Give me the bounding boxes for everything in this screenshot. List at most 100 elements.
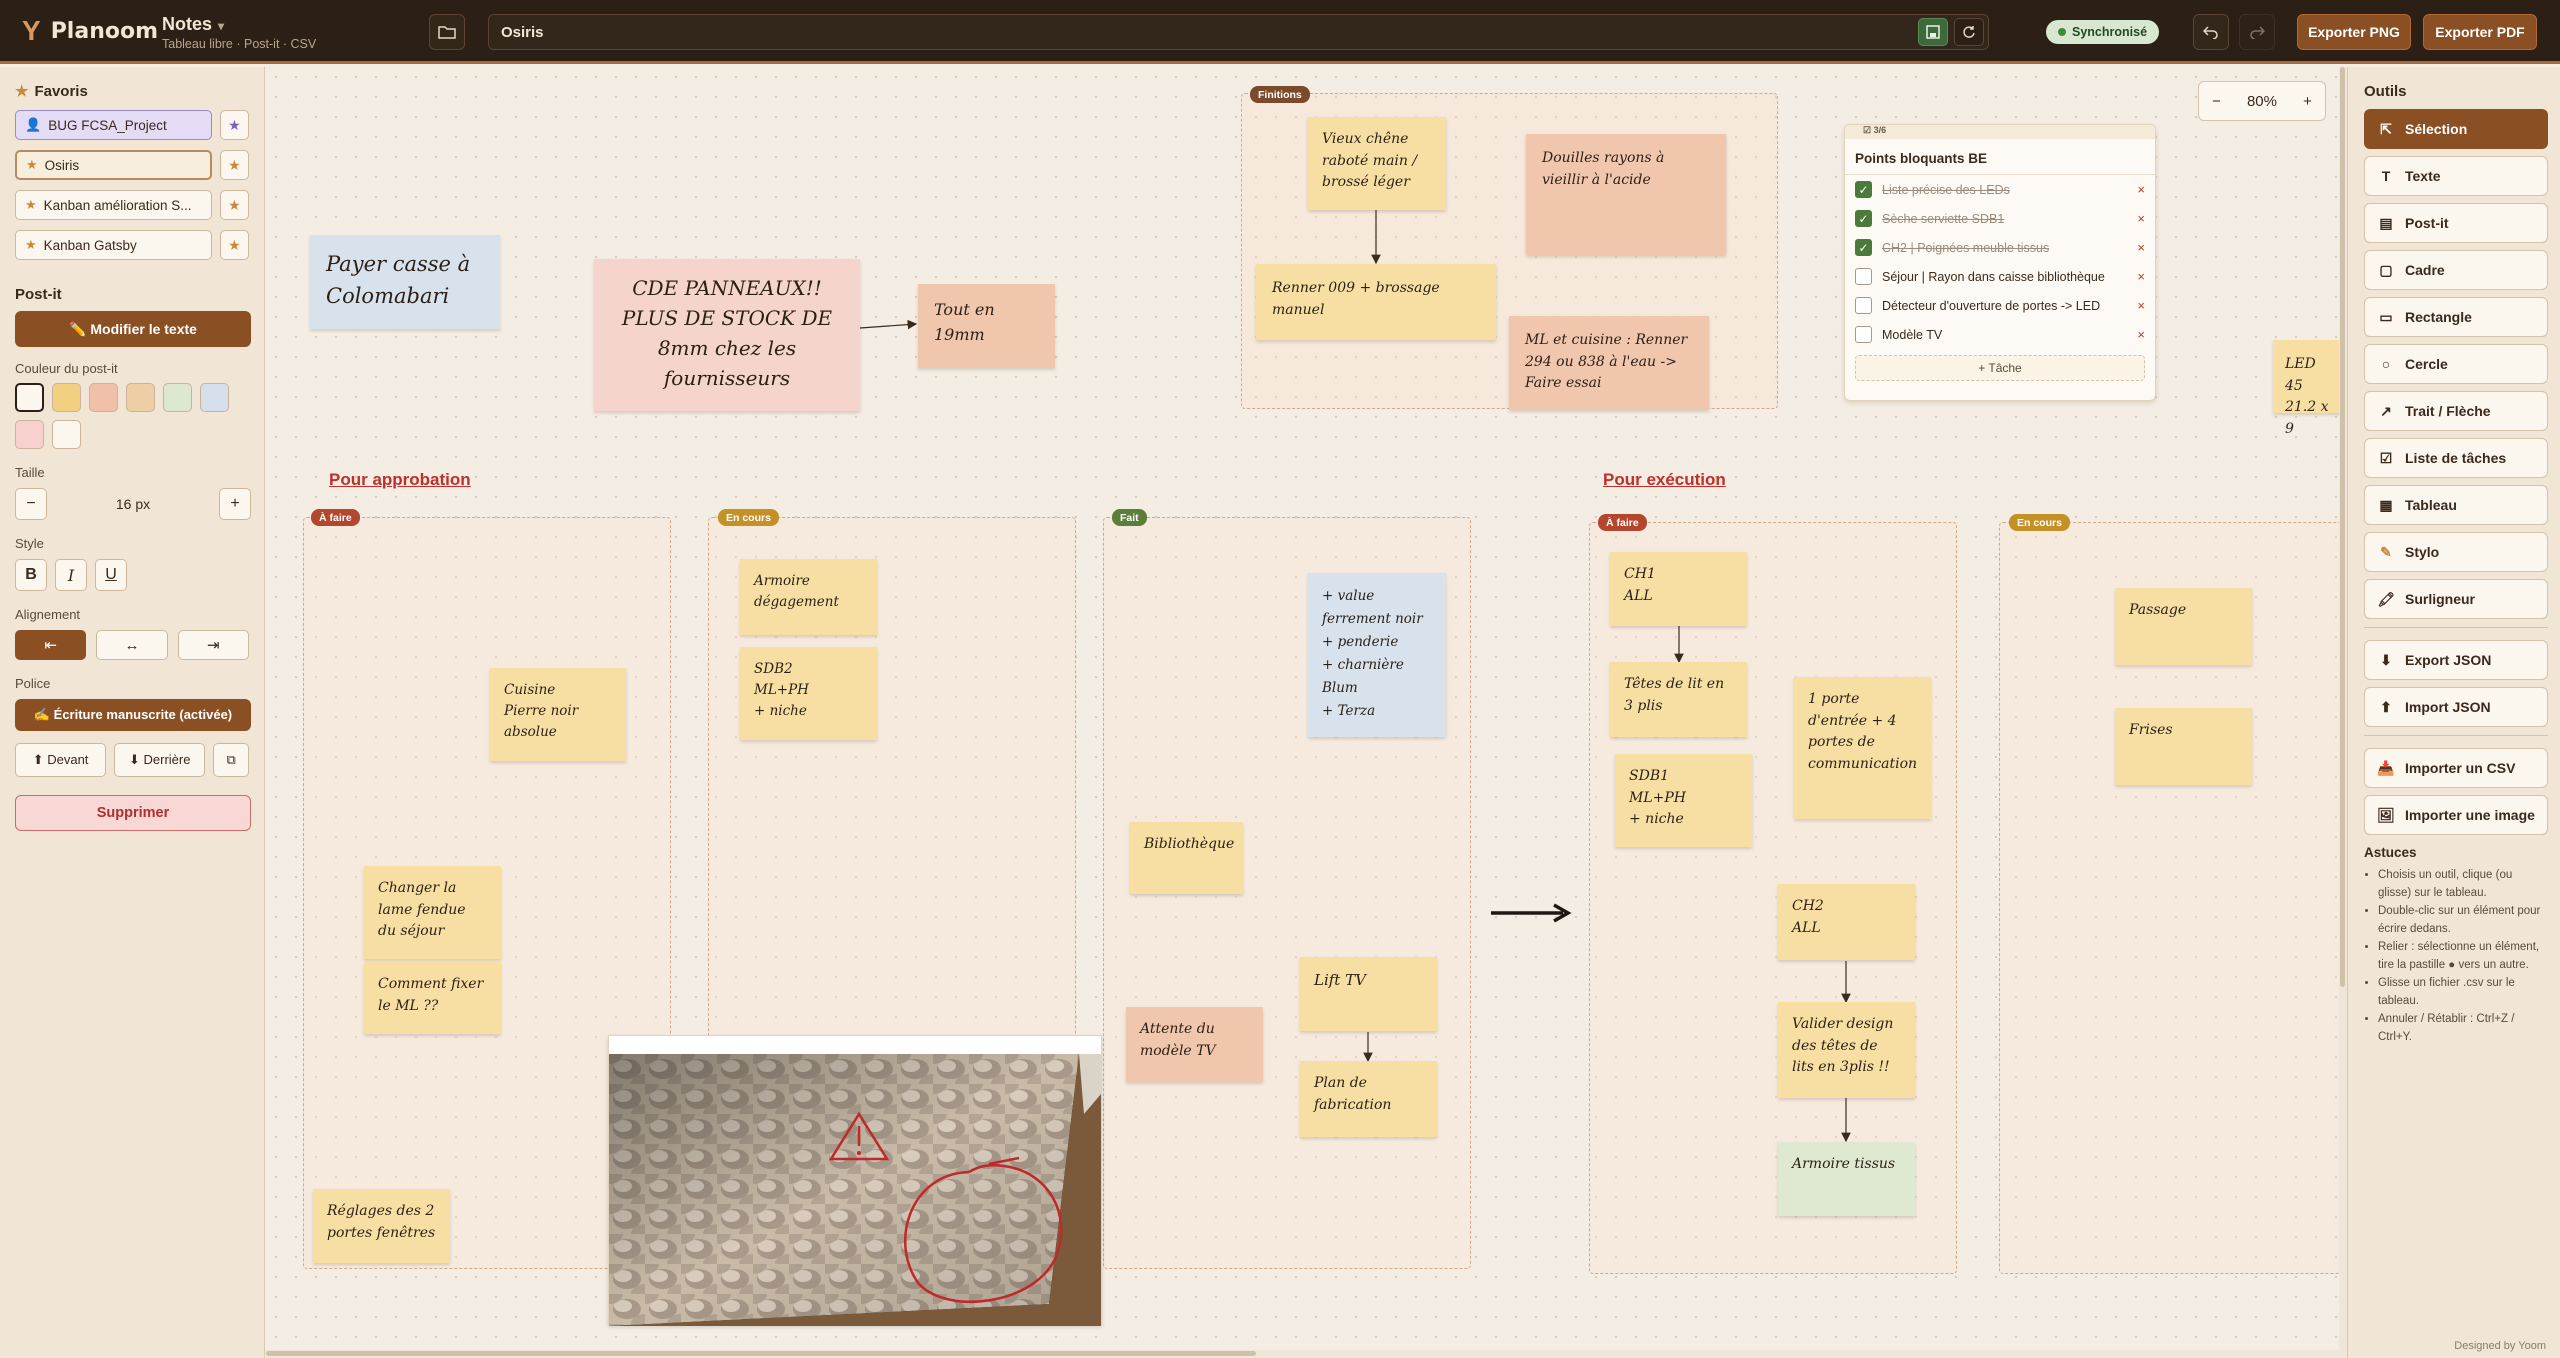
vertical-scrollbar[interactable]	[2339, 67, 2347, 1358]
save-button[interactable]	[1918, 18, 1948, 46]
postit-ml-cuisine[interactable]: ML et cuisine : Renner 294 ou 838 à l'ea…	[1509, 316, 1709, 410]
undo-button[interactable]	[2193, 14, 2229, 50]
tool-frame[interactable]: ▢ Cadre	[2364, 250, 2548, 290]
color-swatch[interactable]	[126, 383, 155, 412]
postit-sdb1[interactable]: SDB1 ML+PH + niche	[1615, 754, 1752, 847]
checklist-widget[interactable]: ☑ 3/6 Points bloquants BE ✓ Liste précise…	[1844, 124, 2156, 401]
handwriting-font-button[interactable]: ✍ Écriture manuscrite (activée)	[15, 699, 251, 731]
export-png-button[interactable]: Exporter PNG	[2297, 14, 2411, 50]
checkbox-checked[interactable]: ✓	[1855, 210, 1872, 227]
color-swatch[interactable]	[163, 383, 192, 412]
postit-ch1[interactable]: CH1 ALL	[1610, 552, 1747, 626]
postit-armoire-tissus[interactable]: Armoire tissus	[1778, 1142, 1915, 1216]
color-swatch[interactable]	[52, 383, 81, 412]
favorite-item[interactable]: 👤 BUG FCSA_Project	[15, 110, 212, 140]
postit-bibliotheque[interactable]: Bibliothèque	[1130, 822, 1243, 894]
reload-button[interactable]	[1954, 18, 1984, 46]
postit-attente-tv[interactable]: Attente du modèle TV	[1126, 1007, 1263, 1082]
postit-comment-fixer[interactable]: Comment fixer le ML ??	[364, 962, 501, 1034]
postit-valider-design[interactable]: Valider design des têtes de lits en 3pli…	[1778, 1002, 1915, 1098]
bring-front-button[interactable]: ⬆ Devant	[15, 743, 107, 777]
remove-task-icon[interactable]: ×	[2137, 211, 2145, 226]
favorite-star-button[interactable]: ★	[219, 150, 249, 180]
postit-douilles[interactable]: Douilles rayons à vieillir à l'acide	[1526, 134, 1726, 255]
horizontal-scrollbar[interactable]	[266, 1350, 2347, 1358]
postit-passage[interactable]: Passage	[2115, 588, 2252, 665]
italic-button[interactable]: I	[55, 559, 87, 591]
underline-button[interactable]: U	[95, 559, 127, 591]
import-json-button[interactable]: ⬆ Import JSON	[2364, 687, 2548, 727]
color-swatch[interactable]	[15, 383, 44, 412]
postit-value-ferrement[interactable]: + value ferrement noir + penderie + char…	[1308, 573, 1446, 737]
postit-armoire-degagement[interactable]: Armoire dégagement	[740, 559, 877, 635]
favorite-star-button[interactable]: ★	[219, 110, 249, 140]
zoom-in-button[interactable]: +	[2303, 93, 2312, 110]
tool-table[interactable]: ▦ Tableau	[2364, 485, 2548, 525]
postit-payer-casse[interactable]: Payer casse à Colomabari	[310, 235, 500, 329]
align-right-button[interactable]: ⇥	[177, 630, 249, 660]
tool-arrow[interactable]: ↗ Trait / Flèche	[2364, 391, 2548, 431]
tool-highlighter[interactable]: 🖍 Surligneur	[2364, 579, 2548, 619]
remove-task-icon[interactable]: ×	[2137, 298, 2145, 313]
remove-task-icon[interactable]: ×	[2137, 182, 2145, 197]
postit-porte-entree[interactable]: 1 porte d'entrée + 4 portes de communica…	[1794, 677, 1931, 819]
add-task-button[interactable]: + Tâche	[1855, 355, 2145, 381]
checkbox[interactable]	[1855, 297, 1872, 314]
import-image-button[interactable]: 🖼 Importer une image	[2364, 795, 2548, 835]
export-json-button[interactable]: ⬇ Export JSON	[2364, 640, 2548, 680]
tool-rectangle[interactable]: ▭ Rectangle	[2364, 297, 2548, 337]
favorite-star-button[interactable]: ★	[219, 230, 249, 260]
align-center-button[interactable]: ↔	[96, 630, 168, 660]
edit-text-button[interactable]: ✏️ Modifier le texte	[15, 311, 251, 347]
tool-postit[interactable]: ▤ Post-it	[2364, 203, 2548, 243]
delete-button[interactable]: Supprimer	[15, 795, 251, 831]
favorite-item[interactable]: ★ Kanban Gatsby	[15, 230, 212, 260]
checklist-item[interactable]: ✓ Liste précise des LEDs ×	[1845, 175, 2155, 204]
postit-reglages[interactable]: Réglages des 2 portes fenêtres	[313, 1189, 450, 1263]
scrollbar-thumb[interactable]	[266, 1351, 1256, 1356]
postit-tetes-lit[interactable]: Têtes de lit en 3 plis	[1610, 662, 1747, 737]
align-left-button[interactable]: ⇤	[15, 630, 87, 660]
checkbox[interactable]	[1855, 268, 1872, 285]
tool-selection[interactable]: ⇱ Sélection	[2364, 109, 2548, 149]
board-canvas[interactable]: Finitions Pour approbation Pour exécutio…	[266, 67, 2347, 1358]
favorite-star-button[interactable]: ★	[219, 190, 249, 220]
postit-led[interactable]: LED 45 21.2 x 9	[2273, 340, 2347, 437]
postit-cde-panneaux[interactable]: CDE PANNEAUX!! PLUS DE STOCK DE 8mm chez…	[594, 259, 860, 411]
bold-button[interactable]: B	[15, 559, 47, 591]
postit-plan-fabrication[interactable]: Plan de fabrication	[1300, 1061, 1437, 1137]
tool-checklist[interactable]: ☑ Liste de tâches	[2364, 438, 2548, 478]
send-back-button[interactable]: ⬇ Derrière	[114, 743, 206, 777]
logo[interactable]: Y Planoom	[22, 17, 158, 45]
checkbox-checked[interactable]: ✓	[1855, 181, 1872, 198]
checklist-item[interactable]: ✓ CH2 | Poignées meuble tissus ×	[1845, 233, 2155, 262]
remove-task-icon[interactable]: ×	[2137, 269, 2145, 284]
postit-changer-lame[interactable]: Changer la lame fendue du séjour	[364, 866, 501, 959]
duplicate-button[interactable]: ⧉	[213, 743, 249, 777]
postit-renner-009[interactable]: Renner 009 + brossage manuel	[1256, 264, 1496, 340]
redo-button[interactable]	[2239, 14, 2275, 50]
color-swatch[interactable]	[15, 420, 44, 449]
checklist-item[interactable]: ✓ Sèche serviette SDB1 ×	[1845, 204, 2155, 233]
postit-lift-tv[interactable]: Lift TV	[1300, 957, 1437, 1031]
checkbox-checked[interactable]: ✓	[1855, 239, 1872, 256]
favorite-item[interactable]: ★ Kanban amélioration S...	[15, 190, 212, 220]
color-swatch[interactable]	[89, 383, 118, 412]
tool-pen[interactable]: ✎ Stylo	[2364, 532, 2548, 572]
postit-sdb2[interactable]: SDB2 ML+PH + niche	[740, 647, 877, 740]
import-csv-button[interactable]: 📥 Importer un CSV	[2364, 748, 2548, 788]
checklist-item[interactable]: Séjour | Rayon dans caisse bibliothèque ×	[1845, 262, 2155, 291]
size-decrease-button[interactable]: −	[15, 488, 47, 520]
postit-ch2[interactable]: CH2 ALL	[1778, 884, 1915, 960]
color-swatch[interactable]	[52, 420, 81, 449]
postit-cuisine[interactable]: Cuisine Pierre noir absolue	[490, 668, 626, 761]
document-info[interactable]: Notes ▾ Tableau libre · Post-it · CSV	[162, 14, 316, 51]
checklist-item[interactable]: Modèle TV ×	[1845, 320, 2155, 349]
zoom-out-button[interactable]: −	[2212, 93, 2221, 110]
postit-frises[interactable]: Frises	[2115, 708, 2252, 785]
scrollbar-thumb[interactable]	[2340, 67, 2345, 987]
remove-task-icon[interactable]: ×	[2137, 327, 2145, 342]
export-pdf-button[interactable]: Exporter PDF	[2423, 14, 2537, 50]
tool-text[interactable]: T Texte	[2364, 156, 2548, 196]
checkbox[interactable]	[1855, 326, 1872, 343]
